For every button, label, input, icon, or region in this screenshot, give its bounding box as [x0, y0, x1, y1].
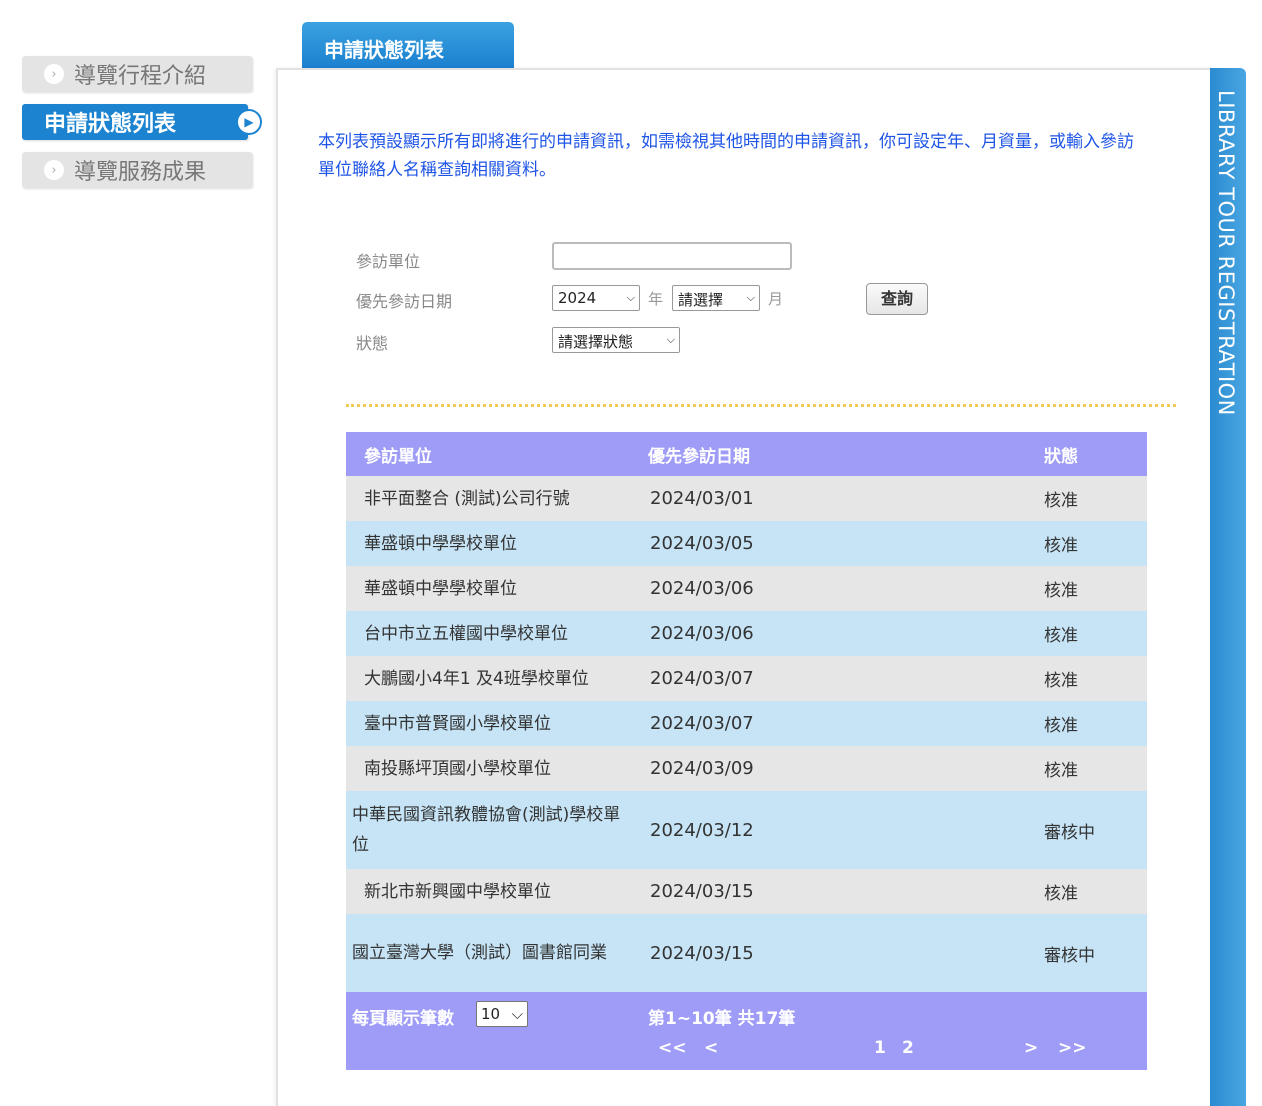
status-label: 狀態 [356, 334, 389, 353]
cell-unit: 南投縣坪頂國小學校單位 [364, 758, 551, 779]
chevron-down-icon: ⌵ [511, 1005, 523, 1023]
table-header: 參訪單位 優先參訪日期 狀態 [346, 432, 1147, 476]
divider [346, 404, 1176, 407]
cell-date: 2024/03/01 [650, 488, 754, 509]
chevron-right-icon: › [44, 160, 64, 180]
cell-unit: 非平面整合 (測試)公司行號 [364, 488, 570, 509]
year-select[interactable]: 2024 ⌵ [552, 285, 640, 311]
cell-status: 核准 [1044, 536, 1078, 556]
per-page-label: 每頁顯示筆數 [352, 1009, 454, 1029]
tab-application-status[interactable]: 申請狀態列表 [302, 22, 514, 70]
cell-date: 2024/03/12 [650, 819, 754, 841]
cell-date: 2024/03/06 [650, 623, 754, 644]
chevron-down-icon: ⌵ [626, 291, 635, 304]
table-row[interactable]: 臺中市普賢國小學校單位 2024/03/07 核准 [346, 701, 1147, 746]
month-select[interactable]: 請選擇 ⌵ [672, 285, 760, 311]
cell-status: 審核中 [1044, 822, 1095, 843]
first-page-link[interactable]: << [658, 1038, 687, 1058]
date-label: 優先參訪日期 [356, 292, 453, 311]
year-select-value: 2024 [558, 289, 597, 307]
intro-text: 本列表預設顯示所有即將進行的申請資訊，如需檢視其他時間的申請資訊，你可設定年、月… [318, 132, 1134, 180]
table-row[interactable]: 南投縣坪頂國小學校單位 2024/03/09 核准 [346, 746, 1147, 791]
header-date: 優先參訪日期 [648, 446, 750, 467]
cell-unit: 大鵬國小4年1 及4班學校單位 [364, 668, 589, 689]
cell-unit: 台中市立五權國中學校單位 [364, 623, 568, 644]
page-1-link[interactable]: 1 [874, 1038, 886, 1058]
cell-date: 2024/03/07 [650, 668, 754, 689]
cell-date: 2024/03/15 [650, 881, 754, 902]
cell-unit: 臺中市普賢國小學校單位 [364, 713, 551, 734]
cell-status: 審核中 [1044, 945, 1095, 966]
table-row[interactable]: 非平面整合 (測試)公司行號 2024/03/01 核准 [346, 476, 1147, 521]
cell-status: 核准 [1044, 671, 1078, 691]
cell-date: 2024/03/06 [650, 578, 754, 599]
page-2-link[interactable]: 2 [902, 1038, 914, 1058]
cell-status: 核准 [1044, 884, 1078, 904]
vertical-banner: LIBRARY TOUR REGISTRATION [1210, 68, 1246, 1106]
table-row[interactable]: 華盛頓中學學校單位 2024/03/06 核准 [346, 566, 1147, 611]
cell-status: 核准 [1044, 761, 1078, 781]
application-table: 參訪單位 優先參訪日期 狀態 非平面整合 (測試)公司行號 2024/03/01… [346, 432, 1147, 1070]
cell-status: 核准 [1044, 716, 1078, 736]
header-unit: 參訪單位 [364, 446, 432, 467]
search-button[interactable]: 查詢 [866, 283, 928, 315]
sidebar-item-service-results[interactable]: › 導覽服務成果 [22, 152, 252, 188]
cell-date: 2024/03/05 [650, 533, 754, 554]
cell-date: 2024/03/07 [650, 713, 754, 734]
unit-label: 參訪單位 [356, 252, 421, 271]
prev-page-link[interactable]: < [704, 1038, 718, 1058]
header-status: 狀態 [1044, 446, 1078, 467]
sidebar-item-label: 申請狀態列表 [44, 112, 177, 137]
table-row[interactable]: 國立臺灣大學（測試）圖書館同業 2024/03/15 審核中 [346, 914, 1147, 992]
next-page-link[interactable]: > [1024, 1038, 1038, 1058]
chevron-right-icon: › [44, 64, 64, 84]
cell-date: 2024/03/09 [650, 758, 754, 779]
chevron-down-icon: ⌵ [746, 291, 755, 304]
sidebar-item-application-status[interactable]: 申請狀態列表 ▶ [22, 104, 262, 140]
sidebar: › 導覽行程介紹 申請狀態列表 ▶ › 導覽服務成果 [22, 56, 262, 200]
last-page-link[interactable]: >> [1058, 1038, 1087, 1058]
table-footer: 每頁顯示筆數 10 ⌵ 第1~10筆 共17筆 << < 1 2 > >> [346, 992, 1147, 1070]
sidebar-item-label: 導覽服務成果 [74, 160, 207, 185]
cell-unit: 華盛頓中學學校單位 [364, 533, 517, 554]
month-unit: 月 [768, 290, 784, 308]
unit-input[interactable] [552, 242, 792, 270]
play-arrow-icon: ▶ [236, 109, 262, 135]
sidebar-item-tour-intro[interactable]: › 導覽行程介紹 [22, 56, 252, 92]
table-row[interactable]: 華盛頓中學學校單位 2024/03/05 核准 [346, 521, 1147, 566]
year-unit: 年 [648, 290, 664, 308]
cell-unit: 中華民國資訊教體協會(測試)學校單位 [352, 805, 621, 855]
cell-unit: 華盛頓中學學校單位 [364, 578, 517, 599]
range-text: 第1~10筆 共17筆 [648, 1009, 796, 1029]
cell-status: 核准 [1044, 626, 1078, 646]
cell-status: 核准 [1044, 581, 1078, 601]
table-row[interactable]: 大鵬國小4年1 及4班學校單位 2024/03/07 核准 [346, 656, 1147, 701]
vertical-banner-text: LIBRARY TOUR REGISTRATION [1214, 90, 1238, 416]
sidebar-item-label: 導覽行程介紹 [74, 64, 207, 89]
cell-status: 核准 [1044, 491, 1078, 511]
status-select-value: 請選擇狀態 [558, 333, 634, 351]
table-row[interactable]: 中華民國資訊教體協會(測試)學校單位 2024/03/12 審核中 [346, 791, 1147, 869]
per-page-select[interactable]: 10 ⌵ [476, 1001, 528, 1027]
per-page-value: 10 [481, 1005, 501, 1023]
cell-unit: 國立臺灣大學（測試）圖書館同業 [352, 943, 607, 963]
status-select[interactable]: 請選擇狀態 ⌵ [552, 327, 680, 353]
chevron-down-icon: ⌵ [666, 333, 675, 346]
cell-unit: 新北市新興國中學校單位 [364, 881, 551, 902]
table-row[interactable]: 新北市新興國中學校單位 2024/03/15 核准 [346, 869, 1147, 914]
table-row[interactable]: 台中市立五權國中學校單位 2024/03/06 核准 [346, 611, 1147, 656]
month-select-value: 請選擇 [678, 291, 724, 309]
cell-date: 2024/03/15 [650, 942, 754, 964]
